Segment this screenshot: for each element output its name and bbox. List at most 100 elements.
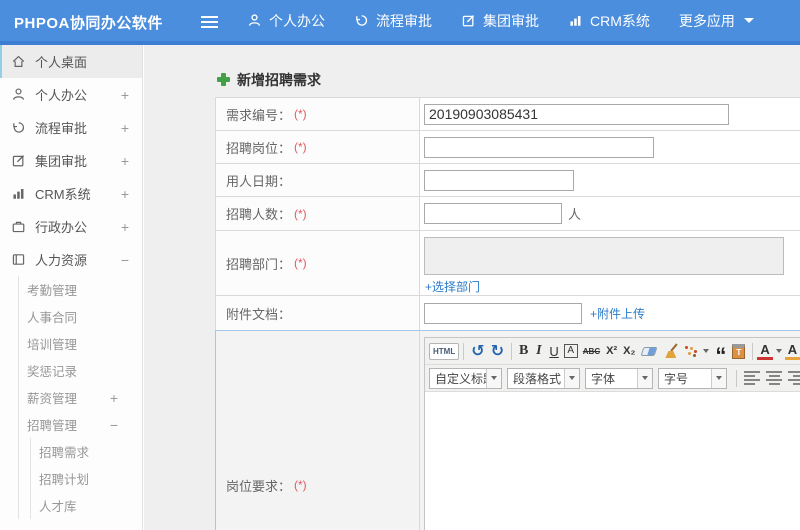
undo-button[interactable]: ↺: [468, 341, 487, 362]
expand-plus-icon[interactable]: +: [121, 154, 129, 168]
sidebar-item-personal-office[interactable]: 个人办公 +: [0, 78, 142, 111]
spray-paint-icon[interactable]: [684, 344, 698, 358]
expand-minus-icon[interactable]: −: [121, 253, 129, 267]
edit-icon: [12, 155, 25, 167]
font-size-select[interactable]: 字号: [658, 367, 727, 389]
sidebar-subitem-label: 招聘计划: [39, 473, 90, 487]
attachment-upload-link[interactable]: +附件上传: [590, 305, 645, 322]
caret-down-icon[interactable]: [775, 349, 782, 353]
sidebar-subitem-hr-contract[interactable]: 人事合同: [19, 303, 142, 330]
expand-plus-icon[interactable]: +: [121, 187, 129, 201]
bold-button[interactable]: B: [516, 341, 531, 362]
sidebar-item-personal-desktop[interactable]: 个人桌面: [0, 45, 142, 78]
nav-more-apps[interactable]: 更多应用: [679, 11, 754, 31]
underline-button[interactable]: U: [546, 341, 561, 362]
editor-content[interactable]: [425, 392, 800, 530]
sidebar-subitem-rewards[interactable]: 奖惩记录: [19, 357, 142, 384]
sidebar-item-crm-system[interactable]: CRM系统 +: [0, 177, 142, 210]
page-title: 新增招聘需求: [144, 45, 800, 97]
broom-icon[interactable]: [663, 343, 679, 359]
sidebar-item-label: 流程审批: [35, 121, 88, 136]
sidebar: 个人桌面 个人办公 + 流程审批 + 集团审批 + CRM系统 + 行政办公 +: [0, 45, 143, 530]
eraser-icon[interactable]: [640, 346, 658, 356]
align-left-icon[interactable]: [744, 371, 760, 385]
font-color-button[interactable]: A: [757, 342, 773, 360]
sidebar-item-group-approval[interactable]: 集团审批 +: [0, 144, 142, 177]
select-department-link[interactable]: +选择部门: [425, 278, 480, 295]
sidebar-subitem-recruitment-demand[interactable]: 招聘需求: [31, 438, 142, 465]
label-text: 岗位要求：: [226, 478, 292, 494]
select-value: 字号: [664, 371, 689, 386]
sidebar-subitem-salary[interactable]: 薪资管理 +: [19, 384, 142, 411]
char-border-button[interactable]: A: [563, 344, 578, 358]
department-textarea[interactable]: [424, 237, 784, 275]
expand-minus-icon[interactable]: −: [110, 418, 118, 432]
sidebar-item-admin-office[interactable]: 行政办公 +: [0, 210, 142, 243]
nav-label: CRM系统: [590, 12, 650, 29]
field-label: 需求编号： (*): [216, 98, 420, 130]
app-logo: PHPOA协同办公软件: [14, 15, 163, 32]
heading-select[interactable]: 自定义标题: [429, 367, 502, 389]
expand-plus-icon[interactable]: +: [121, 220, 129, 234]
caret-glyph: [491, 376, 497, 380]
subscript-button[interactable]: X₂: [620, 341, 638, 362]
sidebar-subitem-attendance[interactable]: 考勤管理: [19, 276, 142, 303]
nav-group-approval[interactable]: 集团审批: [461, 11, 539, 31]
field-cell: HTML ↺ ↻ B I U A ABC X² X₂ “ T A A 自定义标 …: [420, 331, 800, 530]
sidebar-subitem-recruitment-plan[interactable]: 招聘计划: [31, 465, 142, 492]
sidebar-item-label: 个人办公: [35, 88, 88, 103]
sidebar-subitem-recruitment-mgmt[interactable]: 招聘管理 −: [19, 411, 142, 438]
sidebar-item-workflow-approval[interactable]: 流程审批 +: [0, 111, 142, 144]
paste-clipboard-icon[interactable]: T: [732, 343, 746, 359]
caret-down-icon[interactable]: [703, 349, 710, 353]
italic-button[interactable]: I: [531, 341, 546, 362]
headcount-input[interactable]: [424, 203, 562, 224]
align-right-icon[interactable]: [788, 371, 800, 385]
toolbar-separator: [752, 342, 754, 360]
font-family-select[interactable]: 字体: [585, 367, 653, 389]
sidebar-item-human-resources[interactable]: 人力资源 −: [0, 243, 142, 276]
sidebar-item-label: 行政办公: [35, 220, 88, 235]
align-center-icon[interactable]: [766, 371, 782, 385]
caret-glyph: [569, 376, 575, 380]
caret-glyph: [642, 376, 648, 380]
person-icon: [13, 88, 24, 100]
label-text: 需求编号：: [226, 107, 292, 123]
requirement-number-input[interactable]: [424, 103, 729, 125]
html-mode-button[interactable]: HTML: [429, 342, 460, 360]
caret-down-icon: [564, 368, 579, 388]
person-icon: [248, 14, 261, 26]
edit-icon: [462, 15, 475, 27]
position-input[interactable]: [424, 136, 654, 158]
expand-plus-icon[interactable]: +: [110, 391, 118, 405]
blockquote-button[interactable]: “: [712, 341, 729, 367]
form-row: 招聘岗位： (*): [215, 131, 800, 164]
select-value: 自定义标题: [435, 371, 486, 386]
sidebar-subitem-label: 考勤管理: [27, 284, 78, 298]
background-color-button[interactable]: A: [784, 342, 800, 360]
nav-personal-office[interactable]: 个人办公: [247, 11, 325, 31]
sidebar-subitem-talent-pool[interactable]: 人才库: [31, 492, 142, 519]
select-value: 段落格式: [513, 371, 562, 386]
required-marker: (*): [294, 140, 307, 154]
attachment-input[interactable]: [424, 302, 582, 324]
top-navigation: 个人办公 流程审批 集团审批 CRM系统 更多应用: [247, 0, 754, 41]
expand-plus-icon[interactable]: +: [121, 121, 129, 135]
paragraph-format-select[interactable]: 段落格式: [507, 367, 580, 389]
nav-label: 流程审批: [376, 12, 432, 29]
redo-button[interactable]: ↻: [488, 341, 507, 362]
nav-crm-system[interactable]: CRM系统: [568, 11, 650, 31]
editor-toolbar-row1: HTML ↺ ↻ B I U A ABC X² X₂ “ T A A: [425, 338, 800, 367]
sidebar-subitem-label: 人才库: [39, 500, 77, 514]
toolbar-separator: [736, 369, 737, 387]
expand-plus-icon[interactable]: +: [121, 88, 129, 102]
app-window: PHPOA协同办公软件 个人办公 流程审批 集团审批 CRM系统 更多应用 个人…: [0, 0, 800, 530]
nav-label: 个人办公: [269, 12, 325, 29]
nav-workflow-approval[interactable]: 流程审批: [354, 11, 432, 31]
hire-date-input[interactable]: [424, 169, 574, 191]
form-row: 岗位要求： (*) HTML ↺ ↻ B I U A ABC X² X₂ “ T…: [215, 330, 800, 530]
sidebar-subitem-training[interactable]: 培训管理: [19, 330, 142, 357]
strikethrough-button[interactable]: ABC: [580, 341, 603, 362]
hamburger-menu-icon[interactable]: [201, 16, 218, 28]
superscript-button[interactable]: X²: [603, 341, 620, 362]
